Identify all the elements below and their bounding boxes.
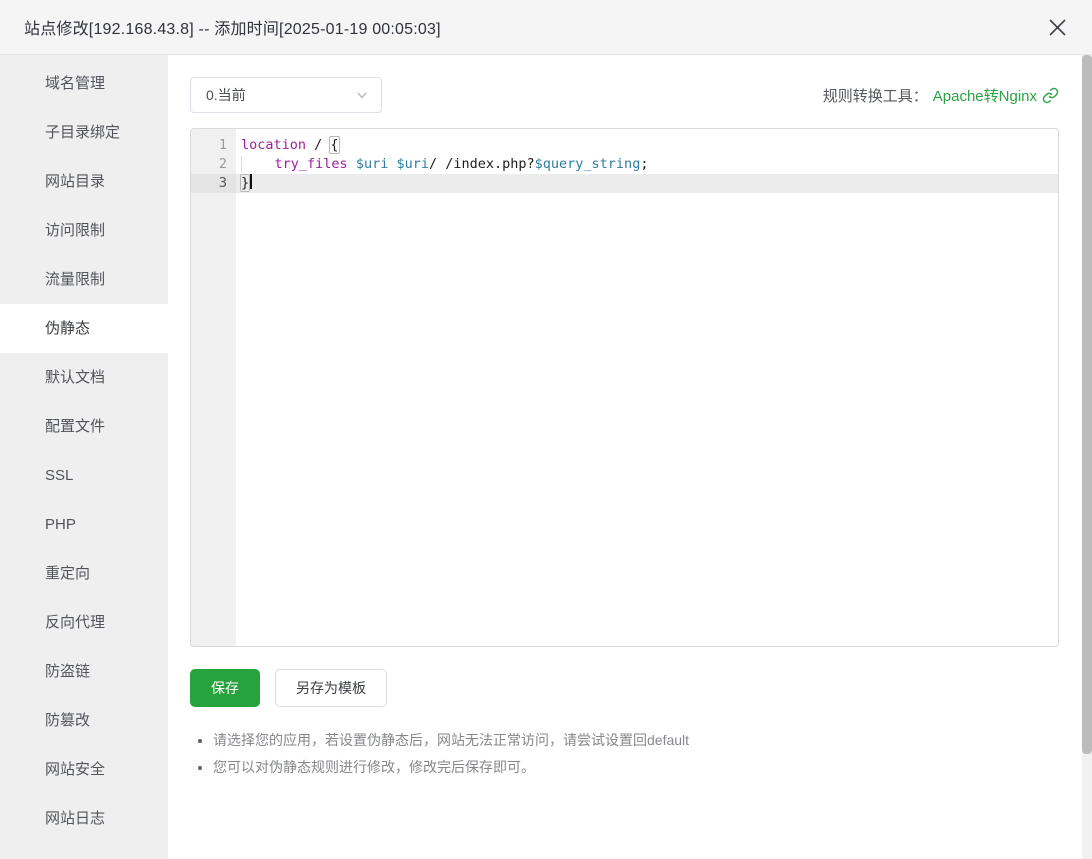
- sidebar-item-SSL[interactable]: SSL: [0, 451, 168, 500]
- rule-template-select-value: 0.当前: [206, 85, 246, 105]
- sidebar-item-网站目录[interactable]: 网站目录: [0, 157, 168, 206]
- sidebar-item-域名管理[interactable]: 域名管理: [0, 59, 168, 108]
- sidebar-item-重定向[interactable]: 重定向: [0, 549, 168, 598]
- code-line: location / {: [236, 136, 1058, 155]
- scrollbar-thumb[interactable]: [1082, 55, 1092, 754]
- save-button[interactable]: 保存: [190, 669, 260, 707]
- sidebar-item-反向代理[interactable]: 反向代理: [0, 598, 168, 647]
- code-token-bracket: }: [240, 174, 250, 192]
- chevron-down-icon: [355, 88, 369, 102]
- sidebar-item-子目录绑定[interactable]: 子目录绑定: [0, 108, 168, 157]
- help-note: 请选择您的应用，若设置伪静态后，网站无法正常访问，请尝试设置回default: [213, 727, 1059, 754]
- converter-label: 规则转换工具：: [823, 85, 928, 106]
- toolbar: 0.当前 规则转换工具： Apache转Nginx: [190, 77, 1059, 113]
- help-notes: 请选择您的应用，若设置伪静态后，网站无法正常访问，请尝试设置回default您可…: [199, 727, 1059, 781]
- rule-template-select[interactable]: 0.当前: [190, 77, 382, 113]
- sidebar-item-访问限制[interactable]: 访问限制: [0, 206, 168, 255]
- sidebar-item-网站日志[interactable]: 网站日志: [0, 794, 168, 843]
- code-token-variable: $query_string: [535, 156, 641, 172]
- modal-body: 域名管理子目录绑定网站目录访问限制流量限制伪静态默认文档配置文件SSLPHP重定…: [0, 55, 1092, 859]
- sidebar-item-默认文档[interactable]: 默认文档: [0, 353, 168, 402]
- code-token-keyword: location: [241, 137, 306, 153]
- sidebar-item-流量限制[interactable]: 流量限制: [0, 255, 168, 304]
- sidebar-item-防篡改[interactable]: 防篡改: [0, 696, 168, 745]
- code-token-plain: /: [306, 137, 330, 153]
- modal-title: 站点修改[192.168.43.8] -- 添加时间[2025-01-19 00…: [24, 15, 441, 39]
- help-note: 您可以对伪静态规则进行修改，修改完后保存即可。: [213, 754, 1059, 781]
- rewrite-rule-code-editor[interactable]: 123 location / { try_files $uri $uri/ /i…: [190, 128, 1059, 647]
- code-token-variable: $uri: [356, 156, 389, 172]
- sidebar-item-配置文件[interactable]: 配置文件: [0, 402, 168, 451]
- editor-gutter: 123: [191, 129, 236, 646]
- text-cursor: [250, 174, 252, 189]
- line-number: 2: [191, 155, 236, 174]
- code-token-plain: ;: [640, 156, 648, 172]
- sidebar-item-PHP[interactable]: PHP: [0, 500, 168, 549]
- vertical-scrollbar[interactable]: [1082, 55, 1092, 859]
- rule-converter-tool: 规则转换工具： Apache转Nginx: [823, 85, 1059, 106]
- code-token-variable: $uri: [396, 156, 429, 172]
- modal-header: 站点修改[192.168.43.8] -- 添加时间[2025-01-19 00…: [0, 0, 1092, 55]
- link-icon[interactable]: [1042, 87, 1059, 104]
- line-number: 3: [191, 174, 236, 193]
- main-panel: 0.当前 规则转换工具： Apache转Nginx 123 location /…: [168, 55, 1092, 859]
- code-token-plain: / /index.php?: [429, 156, 535, 172]
- code-line: }: [236, 174, 1058, 193]
- sidebar-item-网站安全[interactable]: 网站安全: [0, 745, 168, 794]
- sidebar-item-防盗链[interactable]: 防盗链: [0, 647, 168, 696]
- code-token-keyword: try_files: [275, 156, 348, 172]
- code-token-bracket: {: [329, 136, 339, 154]
- code-line: try_files $uri $uri/ /index.php?$query_s…: [236, 155, 1058, 174]
- sidebar-item-伪静态[interactable]: 伪静态: [0, 304, 168, 353]
- line-number: 1: [191, 136, 236, 155]
- code-token-indent: [241, 156, 275, 172]
- editor-code-area: location / { try_files $uri $uri/ /index…: [236, 129, 1058, 646]
- apache-to-nginx-link[interactable]: Apache转Nginx: [933, 85, 1037, 106]
- sidebar: 域名管理子目录绑定网站目录访问限制流量限制伪静态默认文档配置文件SSLPHP重定…: [0, 55, 168, 859]
- action-buttons: 保存 另存为模板: [190, 669, 1059, 707]
- code-token-plain: [348, 156, 356, 172]
- save-as-template-button[interactable]: 另存为模板: [275, 669, 387, 707]
- close-icon[interactable]: [1042, 12, 1072, 42]
